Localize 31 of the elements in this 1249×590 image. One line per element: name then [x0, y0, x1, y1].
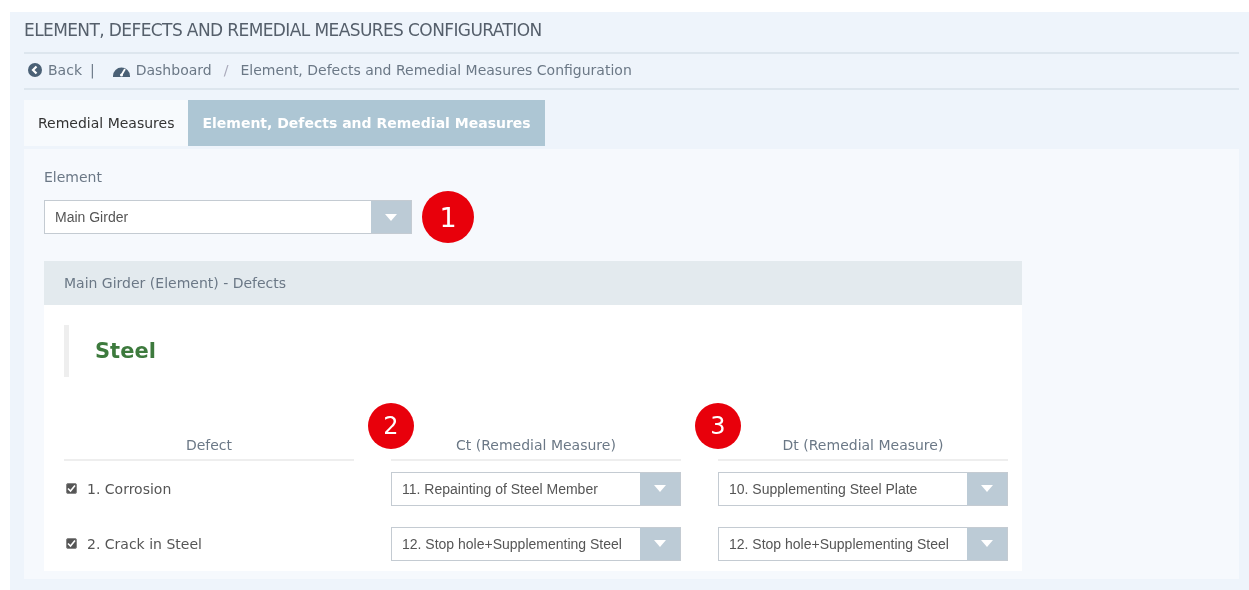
column-header: Ct (Remedial Measure)	[456, 437, 616, 453]
breadcrumb-slash: /	[223, 62, 229, 78]
breadcrumb-current: Element, Defects and Remedial Measures Configuration	[240, 62, 632, 78]
caret-icon	[654, 485, 666, 492]
caret-icon	[981, 485, 993, 492]
dropdown[interactable]: 10. Supplementing Steel Plate	[718, 471, 1008, 506]
field-label: Element	[44, 169, 103, 185]
caret-icon	[385, 213, 397, 221]
section-heading: Steel	[64, 325, 1004, 377]
defect-label: 2. Crack in Steel	[87, 535, 202, 552]
callout-number: 3	[695, 403, 741, 449]
column-header: Defect	[185, 437, 233, 453]
page-title: ELEMENT, DEFECTS AND REMEDIAL MEASURES CONFIGURATION	[24, 12, 1239, 54]
dropdown[interactable]: 12. Stop hole+Supplementing Steel	[391, 526, 681, 561]
panel-header: Main Girder (Element) - Defects	[44, 261, 1022, 305]
dropdown[interactable]: 11. Repainting of Steel Member	[391, 471, 681, 506]
separator: |	[90, 62, 95, 78]
column-header: Dt (Remedial Measure)	[782, 437, 944, 453]
back-icon	[28, 63, 42, 77]
dashboard-link[interactable]: Dashboard	[112, 62, 212, 78]
dropdown[interactable]: Main Girder	[44, 200, 412, 234]
callout-number: 1	[422, 191, 474, 243]
caret-icon	[981, 540, 993, 547]
checkbox[interactable]	[66, 483, 77, 494]
dropdown[interactable]: 12. Stop hole+Supplementing Steel	[718, 526, 1008, 561]
checkbox[interactable]	[66, 538, 77, 549]
back-link[interactable]: Back	[28, 62, 82, 78]
caret-icon	[654, 540, 666, 547]
callout-number: 2	[368, 403, 414, 449]
tab[interactable]: Remedial Measures	[24, 100, 189, 146]
defect-label: 1. Corrosion	[87, 480, 172, 497]
